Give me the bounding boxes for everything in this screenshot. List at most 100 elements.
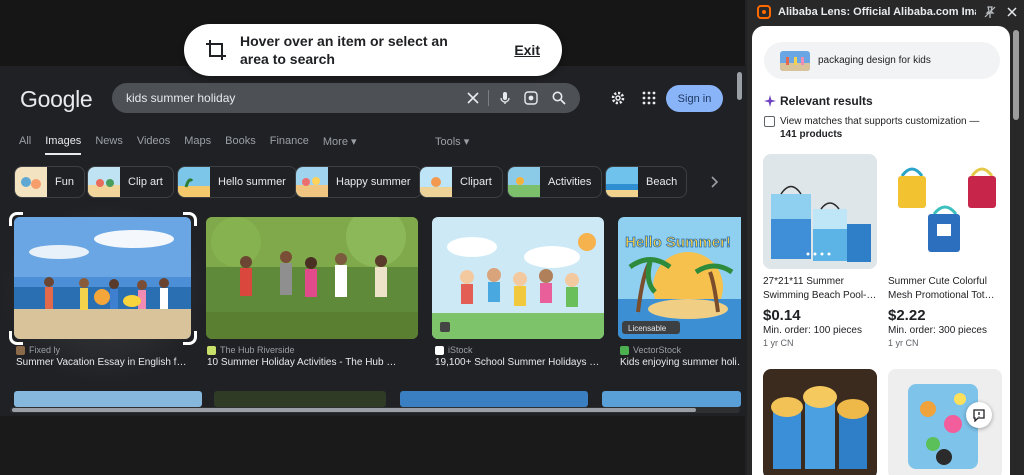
- result-image-partial[interactable]: [14, 391, 202, 407]
- beach-kids-photo: [14, 217, 191, 339]
- product-name[interactable]: 27*21*11 Summer Swimming Beach Pool-…: [763, 275, 877, 303]
- lens-icon[interactable]: [523, 90, 539, 106]
- result-source[interactable]: Fixed ly: [16, 345, 60, 355]
- chip-activities[interactable]: Activities: [507, 166, 603, 198]
- result-image-park-kids[interactable]: [206, 217, 418, 339]
- browser-viewport: Hover over an item or select an area to …: [0, 0, 745, 475]
- vertical-scrollbar-thumb[interactable]: [737, 72, 742, 100]
- tab-maps[interactable]: Maps: [184, 135, 211, 155]
- result-image-partial[interactable]: [602, 391, 741, 407]
- chip-thumbnail: [15, 167, 47, 197]
- image-text: Hello Summer!: [625, 234, 731, 251]
- source-name: iStock: [448, 345, 473, 355]
- tab-all[interactable]: All: [19, 135, 31, 155]
- search-divider: [488, 90, 489, 106]
- tab-videos[interactable]: Videos: [137, 135, 170, 155]
- chip-thumbnail: [178, 167, 210, 197]
- chip-clipart[interactable]: Clipart: [419, 166, 503, 198]
- customization-filter[interactable]: View matches that supports customization…: [764, 115, 1002, 141]
- query-thumbnail: [780, 50, 810, 71]
- apps-icon[interactable]: [641, 90, 657, 106]
- chip-label: Happy summer: [336, 176, 411, 188]
- product-image[interactable]: [888, 154, 1002, 269]
- chip-fun[interactable]: Fun: [14, 166, 85, 198]
- chip-thumbnail: [606, 167, 638, 197]
- source-name: VectorStock: [633, 345, 682, 355]
- chip-label: Clipart: [460, 176, 492, 188]
- result-image-partial[interactable]: [400, 391, 588, 407]
- tab-more[interactable]: More ▾: [323, 135, 357, 155]
- lens-instruction-banner: Hover over an item or select an area to …: [184, 24, 562, 76]
- relevant-results-heading: Relevant results: [764, 94, 873, 108]
- chip-label: Beach: [646, 176, 678, 188]
- popcorn-boxes-image: [763, 369, 877, 475]
- tab-news[interactable]: News: [95, 135, 123, 155]
- chevron-right-icon[interactable]: [706, 174, 722, 190]
- search-box[interactable]: kids summer holiday: [112, 83, 580, 113]
- chip-thumbnail: [88, 167, 120, 197]
- chip-clip-art[interactable]: Clip art: [87, 166, 174, 198]
- query-text: packaging design for kids: [818, 55, 931, 66]
- settings-icon[interactable]: [610, 90, 626, 106]
- product-image[interactable]: [763, 369, 877, 475]
- relevant-results-label: Relevant results: [780, 94, 873, 108]
- microphone-icon[interactable]: [497, 90, 513, 106]
- chip-thumbnail: [508, 167, 540, 197]
- selection-corner: [9, 331, 23, 345]
- chip-happy-summer[interactable]: Happy summer: [295, 166, 422, 198]
- result-title[interactable]: 19,100+ School Summer Holidays …: [435, 357, 605, 368]
- sparkle-icon: [764, 95, 776, 107]
- search-icon[interactable]: [551, 90, 567, 106]
- hello-summer-illustration: Hello Summer! Licensable: [618, 217, 741, 339]
- cartoon-kids-illustration: [432, 217, 604, 339]
- panel-scrollbar-thumb[interactable]: [1013, 30, 1019, 120]
- packaging-bags-image: [763, 154, 877, 269]
- feedback-button[interactable]: [966, 402, 992, 428]
- chip-label: Fun: [55, 176, 74, 188]
- selection-corner: [183, 212, 197, 226]
- screen: Hover over an item or select an area to …: [0, 0, 1024, 475]
- clear-icon[interactable]: [465, 90, 481, 106]
- tab-images[interactable]: Images: [45, 135, 82, 155]
- product-price: $2.22: [888, 307, 926, 324]
- result-title[interactable]: Kids enjoying summer holi…: [620, 357, 740, 368]
- panel-title-bar: Alibaba Lens: Official Alibaba.com Imag…: [747, 0, 1024, 24]
- result-source[interactable]: VectorStock: [620, 345, 681, 355]
- chip-thumbnail: [296, 167, 328, 197]
- product-name[interactable]: Summer Cute Colorful Mesh Promotional To…: [888, 275, 1002, 303]
- banner-message: Hover over an item or select an area to …: [240, 33, 448, 67]
- tools-button[interactable]: Tools ▾: [435, 135, 469, 148]
- pin-icon[interactable]: [983, 5, 997, 19]
- chip-beach[interactable]: Beach: [605, 166, 687, 198]
- mesh-tote-bags-image: [888, 154, 1002, 269]
- exit-button[interactable]: Exit: [514, 42, 540, 58]
- google-logo[interactable]: Google: [20, 86, 93, 113]
- result-source[interactable]: iStock: [435, 345, 473, 355]
- tab-finance[interactable]: Finance: [270, 135, 309, 155]
- result-title[interactable]: Summer Vacation Essay in English f…: [16, 357, 196, 368]
- alibaba-logo-icon: [757, 5, 771, 19]
- result-source[interactable]: The Hub Riverside: [207, 345, 295, 355]
- product-min-order: Min. order: 100 pieces: [763, 325, 862, 336]
- chip-hello-summer[interactable]: Hello summer: [177, 166, 297, 198]
- licensable-badge: Licensable: [628, 324, 667, 333]
- result-image-cartoon-kids[interactable]: [432, 217, 604, 339]
- result-image-beach-kids[interactable]: [14, 217, 191, 339]
- product-card[interactable]: Summer Cute Colorful Mesh Promotional To…: [888, 154, 1002, 348]
- result-image-partial[interactable]: [214, 391, 386, 407]
- chip-label: Clip art: [128, 176, 163, 188]
- tab-books[interactable]: Books: [225, 135, 256, 155]
- search-input[interactable]: kids summer holiday: [126, 91, 235, 105]
- horizontal-scrollbar-thumb[interactable]: [12, 408, 696, 412]
- crop-icon: [206, 40, 226, 60]
- product-card[interactable]: 27*21*11 Summer Swimming Beach Pool-… $0…: [763, 154, 877, 348]
- sign-in-button[interactable]: Sign in: [666, 85, 723, 112]
- close-icon[interactable]: [1005, 5, 1019, 19]
- lens-query-box[interactable]: packaging design for kids: [764, 42, 1000, 79]
- result-image-hello-summer[interactable]: Hello Summer! Licensable: [618, 217, 741, 339]
- product-image[interactable]: [763, 154, 877, 269]
- result-title[interactable]: 10 Summer Holiday Activities - The Hub …: [207, 357, 417, 368]
- customization-checkbox[interactable]: [764, 116, 775, 127]
- chip-label: Activities: [548, 176, 592, 188]
- dim-overlay-bottom: [0, 416, 745, 475]
